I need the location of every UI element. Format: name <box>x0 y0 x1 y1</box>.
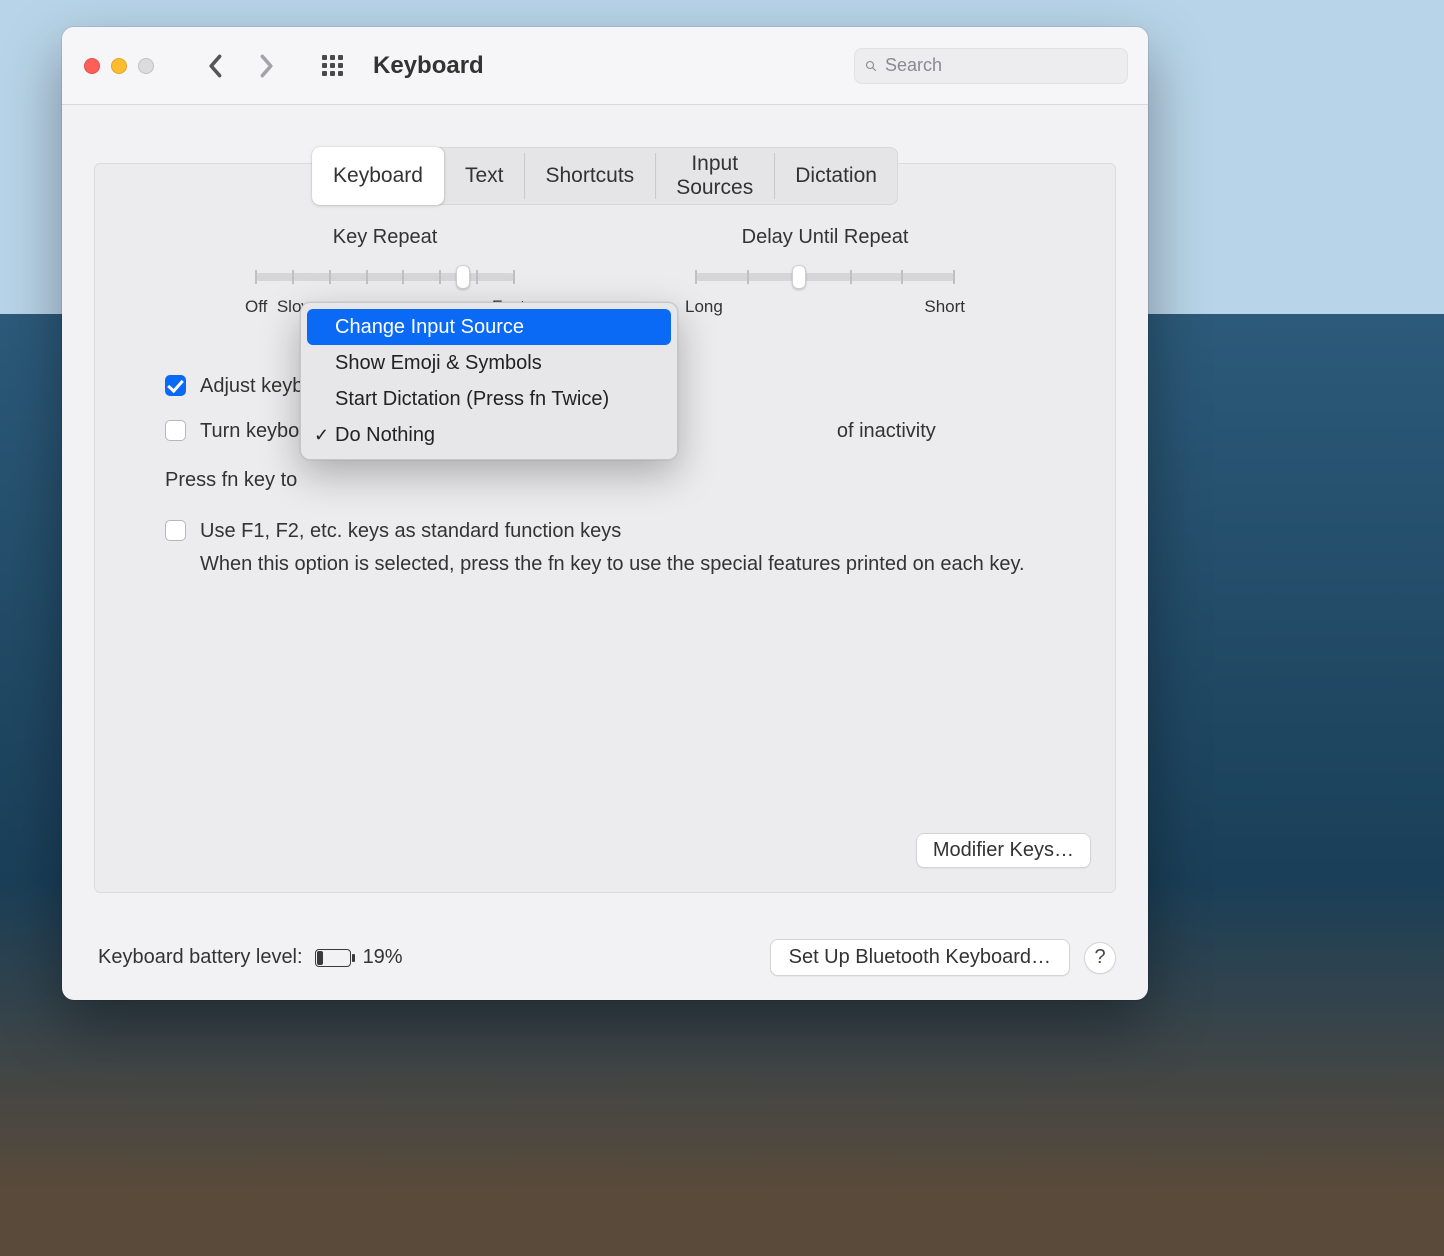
battery-icon <box>315 949 351 967</box>
key-repeat-off-label: Off <box>245 297 267 316</box>
forward-button[interactable] <box>252 52 280 80</box>
help-button[interactable]: ? <box>1084 942 1116 974</box>
fn-menu-do-nothing[interactable]: ✓ Do Nothing <box>307 417 671 453</box>
tab-text[interactable]: Text <box>444 147 525 205</box>
delay-long-label: Long <box>685 297 723 317</box>
search-input[interactable] <box>885 55 1117 76</box>
window-body: Keyboard Text Shortcuts Input Sources Di… <box>62 105 1148 915</box>
backlight-off-trailing: of inactivity <box>837 420 936 442</box>
tab-bar: Keyboard Text Shortcuts Input Sources Di… <box>312 147 898 205</box>
back-button[interactable] <box>202 52 230 80</box>
tab-input-sources[interactable]: Input Sources <box>655 147 774 205</box>
fn-key-row: Press fn key to <box>165 469 1045 492</box>
preferences-window: Keyboard Keyboard Text Shortcuts Input S… <box>62 27 1148 1000</box>
fn-action-menu[interactable]: Change Input Source Show Emoji & Symbols… <box>300 302 678 460</box>
nav-arrows <box>202 52 280 80</box>
battery-label: Keyboard battery level: <box>98 946 303 969</box>
search-wrap <box>854 48 1128 84</box>
key-repeat-label: Key Repeat <box>235 226 535 249</box>
key-repeat-knob[interactable] <box>456 265 470 289</box>
fn-menu-start-dictation[interactable]: Start Dictation (Press fn Twice) <box>307 381 671 417</box>
key-repeat-slider[interactable] <box>255 273 515 281</box>
search-icon <box>865 57 877 75</box>
delay-knob[interactable] <box>792 265 806 289</box>
backlight-off-checkbox[interactable] <box>165 420 186 441</box>
window-controls <box>84 58 154 74</box>
checkmark-icon: ✓ <box>314 425 329 446</box>
tab-keyboard[interactable]: Keyboard <box>312 147 444 205</box>
minimize-window-button[interactable] <box>111 58 127 74</box>
function-keys-hint: When this option is selected, press the … <box>200 553 1030 576</box>
close-window-button[interactable] <box>84 58 100 74</box>
delay-short-label: Short <box>924 297 965 317</box>
battery-fill <box>317 951 323 965</box>
titlebar: Keyboard <box>62 27 1148 105</box>
modifier-keys-button[interactable]: Modifier Keys… <box>916 833 1091 868</box>
window-title: Keyboard <box>373 52 484 80</box>
fn-menu-show-emoji[interactable]: Show Emoji & Symbols <box>307 345 671 381</box>
zoom-window-button[interactable] <box>138 58 154 74</box>
tab-dictation[interactable]: Dictation <box>774 147 898 205</box>
fn-key-label: Press fn key to <box>165 469 297 491</box>
function-keys-checkbox[interactable] <box>165 520 186 541</box>
show-all-icon[interactable] <box>322 55 343 76</box>
tab-shortcuts[interactable]: Shortcuts <box>524 147 655 205</box>
setup-bluetooth-button[interactable]: Set Up Bluetooth Keyboard… <box>770 939 1070 976</box>
delay-slider[interactable] <box>695 273 955 281</box>
function-keys-label: Use F1, F2, etc. keys as standard functi… <box>200 518 621 545</box>
fn-menu-change-input-source[interactable]: Change Input Source <box>307 309 671 345</box>
footer: Keyboard battery level: 19% Set Up Bluet… <box>62 915 1148 1000</box>
function-keys-row: Use F1, F2, etc. keys as standard functi… <box>165 518 1045 545</box>
battery-percent: 19% <box>363 946 403 969</box>
delay-label: Delay Until Repeat <box>675 226 975 249</box>
search-field[interactable] <box>854 48 1128 84</box>
adjust-brightness-checkbox[interactable] <box>165 375 186 396</box>
main-panel: Keyboard Text Shortcuts Input Sources Di… <box>94 163 1116 893</box>
delay-group: Delay Until Repeat Long Short <box>675 226 975 317</box>
